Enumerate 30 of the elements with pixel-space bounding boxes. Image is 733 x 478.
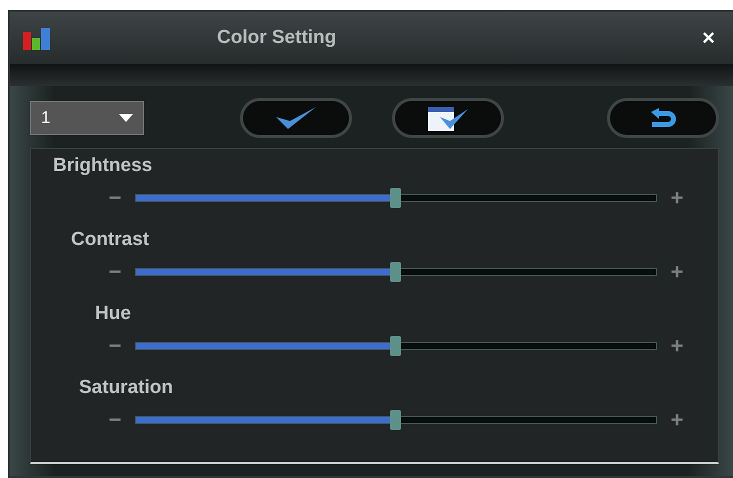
slider-thumb[interactable] — [390, 336, 401, 356]
apply-all-button[interactable] — [392, 98, 504, 138]
slider-thumb[interactable] — [390, 188, 401, 208]
slider-track[interactable] — [135, 410, 657, 430]
channel-dropdown[interactable]: 1 — [30, 101, 144, 135]
plus-sign: + — [670, 259, 684, 285]
slider-track[interactable] — [135, 262, 657, 282]
slider-track[interactable] — [135, 336, 657, 356]
caret-icon — [119, 114, 133, 122]
window-checkmark-icon — [426, 105, 470, 131]
slider-thumb[interactable] — [390, 410, 401, 430]
undo-button[interactable] — [607, 98, 719, 138]
window-title: Color Setting — [217, 27, 338, 49]
plus-sign: + — [670, 185, 684, 211]
slider-thumb[interactable] — [390, 262, 401, 282]
slider-label: Contrast — [71, 229, 150, 251]
close-button[interactable]: × — [698, 25, 719, 51]
slider-label: Brightness — [53, 155, 152, 177]
minus-sign: − — [108, 185, 122, 211]
slider-label: Hue — [95, 303, 131, 325]
plus-sign: + — [670, 407, 684, 433]
plus-sign: + — [670, 333, 684, 359]
slider-label: Saturation — [79, 377, 173, 399]
minus-sign: − — [108, 407, 122, 433]
slider-track[interactable] — [135, 188, 657, 208]
minus-sign: − — [108, 259, 122, 285]
bar-chart-icon — [22, 26, 52, 50]
apply-button[interactable] — [240, 98, 352, 138]
checkmark-icon — [274, 105, 318, 131]
minus-sign: − — [108, 333, 122, 359]
